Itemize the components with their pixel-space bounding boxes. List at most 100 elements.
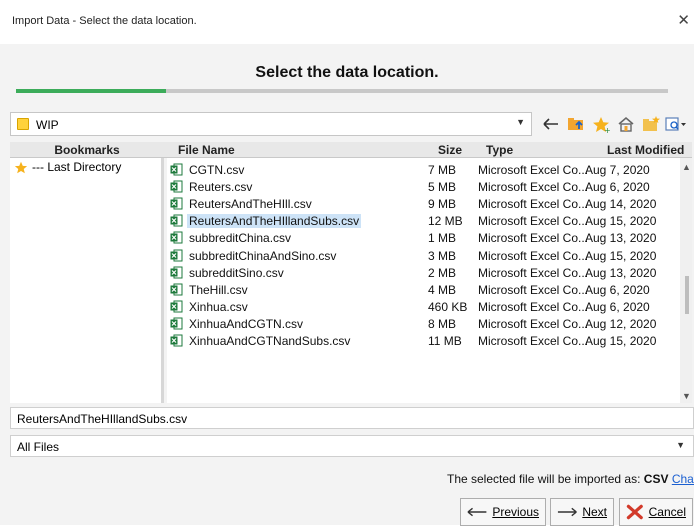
excel-file-icon (170, 317, 183, 330)
file-size-cell: 460 KB (428, 299, 468, 314)
file-name-cell: subredditSino.csv (189, 265, 284, 280)
table-row[interactable]: Xinhua.csv 460 KB Microsoft Excel Co... Aug… (167, 298, 680, 316)
table-row[interactable]: TheHill.csv 4 MB Microsoft Excel Co... Aug … (167, 281, 680, 299)
import-format-note: The selected file will be imported as: C… (447, 472, 694, 486)
file-type-cell: Microsoft Excel Co... (478, 299, 589, 314)
location-dropdown[interactable]: WIP ▼ (10, 112, 532, 136)
excel-file-icon (170, 180, 183, 193)
cancel-x-icon (626, 504, 643, 520)
file-type-cell: Microsoft Excel Co... (478, 197, 589, 212)
folder-up-icon[interactable] (565, 113, 587, 135)
file-modified-cell: Aug 13, 2020 (585, 231, 657, 246)
column-header-file-name[interactable]: File Name (178, 143, 235, 157)
file-name-cell: subbreditChina.csv (189, 231, 292, 246)
file-type-cell: Microsoft Excel Co... (478, 334, 589, 348)
cancel-button[interactable]: Cancel (619, 498, 693, 526)
excel-file-icon (170, 231, 183, 244)
file-modified-cell: Aug 6, 2020 (585, 180, 650, 195)
wizard-progress-bar (16, 89, 668, 93)
file-modified-cell: Aug 6, 2020 (585, 299, 650, 314)
file-type-cell: Microsoft Excel Co... (478, 282, 589, 297)
file-name-cell: CGTN.csv (189, 163, 245, 177)
cancel-label: Cancel (648, 505, 686, 519)
file-modified-cell: Aug 14, 2020 (585, 197, 657, 212)
table-row[interactable]: Reuters.csv 5 MB Microsoft Excel Co... Aug … (167, 178, 680, 196)
table-row[interactable]: subbreditChinaAndSino.csv 3 MB Microsoft E… (167, 247, 680, 265)
file-size-cell: 11 MB (428, 334, 462, 348)
file-name-cell: XinhuaAndCGTNandSubs.csv (189, 334, 351, 348)
file-name-cell: XinhuaAndCGTN.csv (189, 316, 304, 331)
table-row[interactable]: ReutersAndTheHIllandSubs.csv 12 MB Microso… (167, 212, 680, 230)
file-size-cell: 2 MB (428, 265, 457, 280)
folder-icon (17, 118, 29, 130)
table-row[interactable]: XinhuaAndCGTNandSubs.csv 11 MB Microsoft E… (167, 332, 680, 350)
previous-button[interactable]: Previous (460, 498, 546, 526)
change-format-link[interactable]: Change (672, 472, 694, 486)
excel-file-icon (170, 163, 183, 176)
close-icon[interactable]: ✕ (677, 11, 690, 29)
table-row[interactable]: CGTN.csv 7 MB Microsoft Excel Co... Aug 7, … (167, 161, 680, 179)
file-name-cell: Reuters.csv (189, 180, 253, 195)
chevron-down-icon[interactable]: ▼ (516, 117, 525, 127)
chevron-down-icon[interactable]: ▼ (676, 440, 685, 450)
view-options-icon[interactable] (665, 113, 687, 135)
file-modified-cell: Aug 12, 2020 (585, 316, 657, 331)
table-row[interactable]: subbreditChina.csv 1 MB Microsoft Excel Co… (167, 229, 680, 247)
import-format: CSV (643, 472, 669, 486)
file-list: CGTN.csv 7 MB Microsoft Excel Co... Aug 7, … (167, 158, 680, 403)
table-row[interactable]: subredditSino.csv 2 MB Microsoft Excel Co.… (167, 264, 680, 282)
file-size-cell: 8 MB (428, 316, 457, 331)
import-note-text: The selected file will be imported as: (447, 472, 641, 486)
excel-file-icon (170, 197, 183, 210)
file-type-cell: Microsoft Excel Co... (478, 180, 589, 195)
favorite-star-icon[interactable]: + (590, 113, 612, 135)
new-folder-icon[interactable] (640, 113, 662, 135)
file-modified-cell: Aug 6, 2020 (585, 282, 650, 297)
file-list-scrollbar[interactable]: ▲ ▼ (680, 158, 692, 403)
scroll-up-icon[interactable]: ▲ (682, 162, 691, 172)
bookmark-label: --- Last Directory (32, 160, 122, 174)
column-header-size[interactable]: Size (438, 143, 462, 157)
file-type-cell: Microsoft Excel Co... (478, 163, 589, 177)
file-type-filter-value: All Files (17, 440, 60, 454)
file-type-cell: Microsoft Excel Co... (478, 248, 589, 263)
file-name-input[interactable]: ReutersAndTheHIllandSubs.csv (10, 407, 694, 429)
file-modified-cell: Aug 15, 2020 (585, 214, 657, 229)
bookmark-last-directory[interactable]: --- Last Directory (14, 160, 121, 174)
file-size-cell: 7 MB (428, 163, 457, 177)
navigation-toolbar: + (540, 111, 687, 137)
window-title: Import Data - Select the data location. (12, 15, 197, 27)
title-bar: Import Data - Select the data location. … (0, 0, 694, 44)
excel-file-icon (170, 300, 183, 313)
file-name-cell: ReutersAndTheHIllandSubs.csv (187, 214, 362, 229)
table-row[interactable]: ReutersAndTheHIll.csv 9 MB Microsoft Excel… (167, 195, 680, 213)
svg-text:+: + (604, 126, 610, 133)
file-size-cell: 1 MB (428, 231, 457, 246)
scroll-down-icon[interactable]: ▼ (682, 391, 691, 401)
column-header-last-modified[interactable]: Last Modified (607, 143, 684, 157)
star-icon (14, 161, 28, 173)
excel-file-icon (170, 334, 183, 347)
file-type-cell: Microsoft Excel Co... (478, 214, 589, 229)
file-size-cell: 4 MB (428, 282, 457, 297)
next-label: Next (582, 505, 607, 519)
file-size-cell: 12 MB (428, 214, 463, 229)
file-modified-cell: Aug 7, 2020 (585, 163, 650, 177)
file-name-cell: subbreditChinaAndSino.csv (189, 248, 337, 263)
column-header-type[interactable]: Type (486, 143, 513, 157)
file-size-cell: 5 MB (428, 180, 457, 195)
bookmarks-header: Bookmarks (54, 143, 120, 157)
file-type-filter-dropdown[interactable]: All Files ▼ (10, 435, 694, 457)
file-type-cell: Microsoft Excel Co... (478, 265, 589, 280)
excel-file-icon (170, 249, 183, 261)
file-modified-cell: Aug 13, 2020 (585, 265, 657, 280)
back-arrow-icon[interactable] (540, 113, 562, 135)
next-button[interactable]: Next (550, 498, 614, 526)
current-folder-label: WIP (36, 118, 59, 132)
excel-file-icon (170, 214, 183, 227)
scroll-thumb[interactable] (685, 276, 689, 314)
table-row[interactable]: XinhuaAndCGTN.csv 8 MB Microsoft Excel Co.… (167, 315, 680, 333)
step-heading: Select the data location. (255, 64, 439, 81)
home-icon[interactable] (615, 113, 637, 135)
wizard-progress-fill (16, 89, 166, 93)
